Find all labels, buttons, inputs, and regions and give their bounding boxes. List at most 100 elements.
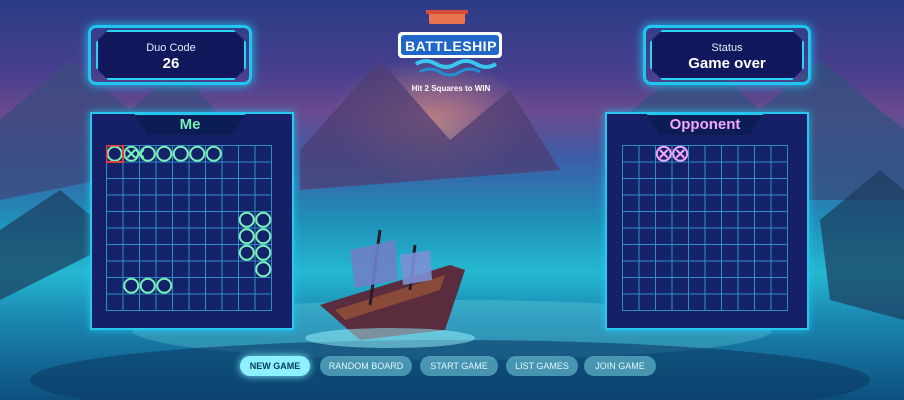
opponent-board-cell[interactable] [721, 244, 739, 262]
opponent-board-cell[interactable] [622, 227, 640, 245]
opponent-board-cell[interactable] [754, 244, 772, 262]
opponent-board-cell[interactable] [770, 227, 788, 245]
opponent-board-cell[interactable] [704, 211, 722, 229]
me-board-cell[interactable] [188, 260, 206, 278]
me-board-cell[interactable] [106, 194, 124, 212]
me-board-cell[interactable] [205, 277, 223, 295]
me-board-cell[interactable] [188, 244, 206, 262]
me-board-cell[interactable] [188, 145, 206, 163]
me-board-cell[interactable] [106, 145, 124, 163]
opponent-board-cell[interactable] [655, 227, 673, 245]
opponent-board-cell[interactable] [721, 260, 739, 278]
opponent-board-cell[interactable] [638, 194, 656, 212]
me-board-cell[interactable] [122, 178, 140, 196]
opponent-board-cell[interactable] [655, 194, 673, 212]
me-board-cell[interactable] [205, 227, 223, 245]
opponent-board-cell[interactable] [655, 277, 673, 295]
opponent-board-cell[interactable] [721, 227, 739, 245]
me-board-cell[interactable] [155, 227, 173, 245]
new-game-button[interactable]: NEW GAME [240, 356, 310, 376]
me-board-cell[interactable] [205, 211, 223, 229]
me-board-cell[interactable] [172, 244, 190, 262]
opponent-board-cell[interactable] [688, 211, 706, 229]
opponent-board-cell[interactable] [671, 244, 689, 262]
me-board-cell[interactable] [139, 211, 157, 229]
opponent-board-cell[interactable] [770, 260, 788, 278]
me-board-cell[interactable] [221, 244, 239, 262]
me-board-cell[interactable] [221, 227, 239, 245]
me-board-cell[interactable] [205, 161, 223, 179]
opponent-board-cell[interactable] [671, 277, 689, 295]
me-board-cell[interactable] [122, 227, 140, 245]
opponent-board-cell[interactable] [655, 178, 673, 196]
me-board-cell[interactable] [139, 293, 157, 311]
opponent-board-cell[interactable] [770, 194, 788, 212]
me-board-cell[interactable] [139, 194, 157, 212]
me-board-cell[interactable] [188, 227, 206, 245]
me-board-cell[interactable] [106, 227, 124, 245]
me-board-cell[interactable] [205, 244, 223, 262]
opponent-board-cell[interactable] [688, 260, 706, 278]
me-board-cell[interactable] [254, 145, 272, 163]
opponent-board-cell[interactable] [622, 260, 640, 278]
join-game-button[interactable]: JOIN GAME [584, 356, 656, 376]
opponent-board-cell[interactable] [704, 244, 722, 262]
me-board-cell[interactable] [221, 194, 239, 212]
opponent-board-cell[interactable] [737, 227, 755, 245]
me-board-cell[interactable] [188, 178, 206, 196]
opponent-board-cell[interactable] [721, 277, 739, 295]
me-board-cell[interactable] [106, 244, 124, 262]
me-board-cell[interactable] [139, 260, 157, 278]
me-board-cell[interactable] [106, 161, 124, 179]
me-board-cell[interactable] [172, 227, 190, 245]
opponent-board-cell[interactable] [638, 277, 656, 295]
me-board-cell[interactable] [122, 277, 140, 295]
opponent-board-cell[interactable] [721, 211, 739, 229]
opponent-board-cell[interactable] [770, 161, 788, 179]
opponent-board-cell[interactable] [638, 293, 656, 311]
me-board-cell[interactable] [238, 227, 256, 245]
me-board-cell[interactable] [254, 194, 272, 212]
me-board-cell[interactable] [172, 277, 190, 295]
list-games-button[interactable]: LIST GAMES [506, 356, 578, 376]
opponent-board-cell[interactable] [622, 244, 640, 262]
opponent-board-cell[interactable] [622, 145, 640, 163]
opponent-board-cell[interactable] [754, 277, 772, 295]
me-board-cell[interactable] [106, 260, 124, 278]
opponent-board-cell[interactable] [688, 244, 706, 262]
opponent-board-cell[interactable] [754, 293, 772, 311]
opponent-board-cell[interactable] [737, 161, 755, 179]
opponent-board-cell[interactable] [671, 161, 689, 179]
opponent-board-cell[interactable] [737, 260, 755, 278]
me-board-cell[interactable] [205, 293, 223, 311]
opponent-board-cell[interactable] [770, 211, 788, 229]
me-board-cell[interactable] [238, 260, 256, 278]
opponent-board-cell[interactable] [688, 293, 706, 311]
me-board-cell[interactable] [188, 293, 206, 311]
me-board-cell[interactable] [172, 194, 190, 212]
opponent-board-cell[interactable] [754, 260, 772, 278]
opponent-board-cell[interactable] [704, 293, 722, 311]
opponent-board-cell[interactable] [622, 277, 640, 295]
me-board-cell[interactable] [254, 227, 272, 245]
me-board-cell[interactable] [221, 145, 239, 163]
me-board-cell[interactable] [172, 145, 190, 163]
opponent-board-cell[interactable] [754, 145, 772, 163]
me-board-cell[interactable] [172, 178, 190, 196]
opponent-board-cell[interactable] [770, 145, 788, 163]
opponent-board-cell[interactable] [688, 145, 706, 163]
me-board-cell[interactable] [139, 277, 157, 295]
me-board-cell[interactable] [254, 178, 272, 196]
me-board-cell[interactable] [155, 211, 173, 229]
me-board-cell[interactable] [122, 211, 140, 229]
opponent-board-cell[interactable] [721, 161, 739, 179]
opponent-board-cell[interactable] [704, 277, 722, 295]
me-board-cell[interactable] [155, 260, 173, 278]
me-board-cell[interactable] [254, 260, 272, 278]
opponent-board-cell[interactable] [688, 227, 706, 245]
opponent-board-cell[interactable] [638, 244, 656, 262]
opponent-board-cell[interactable] [688, 277, 706, 295]
me-board-cell[interactable] [205, 145, 223, 163]
opponent-board-cell[interactable] [671, 211, 689, 229]
me-board-cell[interactable] [238, 277, 256, 295]
